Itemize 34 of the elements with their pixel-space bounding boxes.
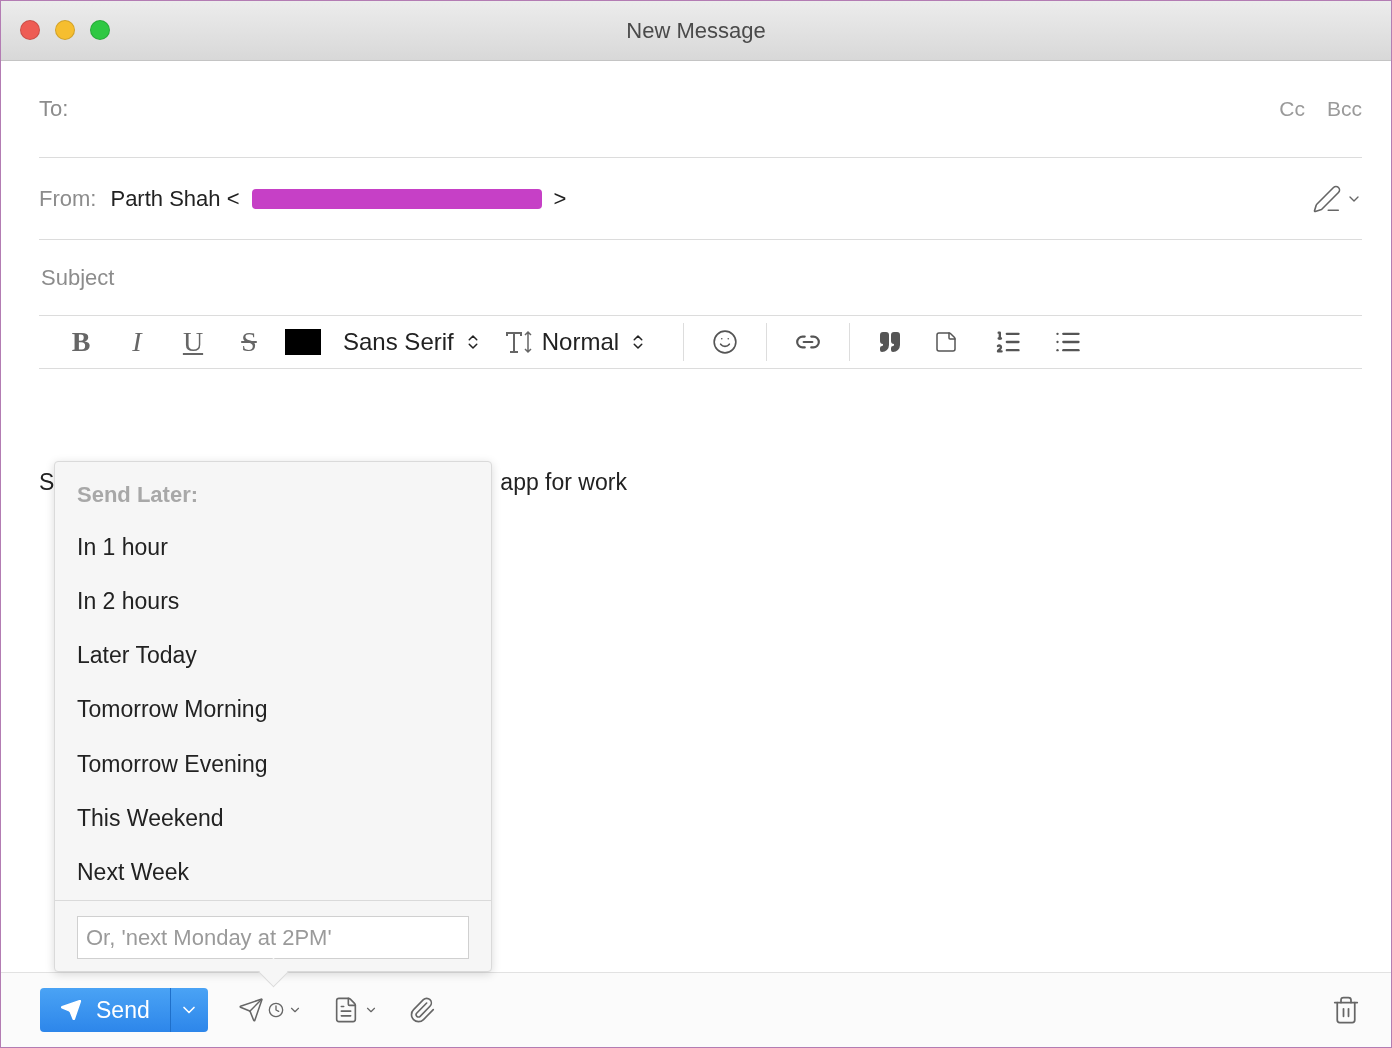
close-button[interactable]	[20, 20, 40, 40]
text-size-icon	[503, 329, 534, 355]
body-text: app for work	[500, 469, 627, 496]
menu-item[interactable]: Later Today	[55, 628, 491, 683]
send-icon	[60, 999, 82, 1021]
trash-icon[interactable]	[1331, 995, 1361, 1025]
note-icon[interactable]	[934, 330, 959, 354]
menu-item[interactable]: Tomorrow Evening	[55, 737, 491, 792]
quote-icon[interactable]	[878, 330, 903, 354]
date-input-field[interactable]: Or, 'next Monday at 2PM'	[77, 916, 469, 959]
menu-item[interactable]: This Weekend	[55, 791, 491, 846]
send-icon	[237, 997, 264, 1023]
from-value-end: >	[553, 185, 567, 212]
text-color-swatch[interactable]	[285, 329, 321, 355]
from-value: Parth Shah <	[110, 185, 240, 212]
menu-item[interactable]: Tomorrow Morning	[55, 682, 491, 738]
to-label: To:	[39, 96, 69, 122]
pen-icon	[1312, 183, 1342, 214]
format-button[interactable]: S	[221, 326, 277, 358]
format-button[interactable]: U	[165, 326, 221, 358]
menu-item[interactable]: In 1 hour	[55, 520, 491, 575]
menu-title: Send Later:	[77, 482, 200, 508]
format-button[interactable]: I	[109, 326, 165, 358]
size-select[interactable]: Normal	[541, 328, 648, 356]
body-text: S	[39, 469, 55, 496]
menu-item[interactable]: In 2 hours	[55, 574, 491, 629]
from-label: From:	[39, 185, 97, 212]
font-select[interactable]: Sans Serif	[343, 328, 482, 356]
window-title: New Message	[626, 17, 766, 44]
format-button[interactable]: B	[53, 326, 109, 358]
send-later-button[interactable]	[237, 997, 302, 1023]
emoji-icon[interactable]	[712, 329, 739, 355]
menu-item[interactable]: Next Week	[55, 845, 491, 900]
clock-icon	[267, 1002, 284, 1018]
